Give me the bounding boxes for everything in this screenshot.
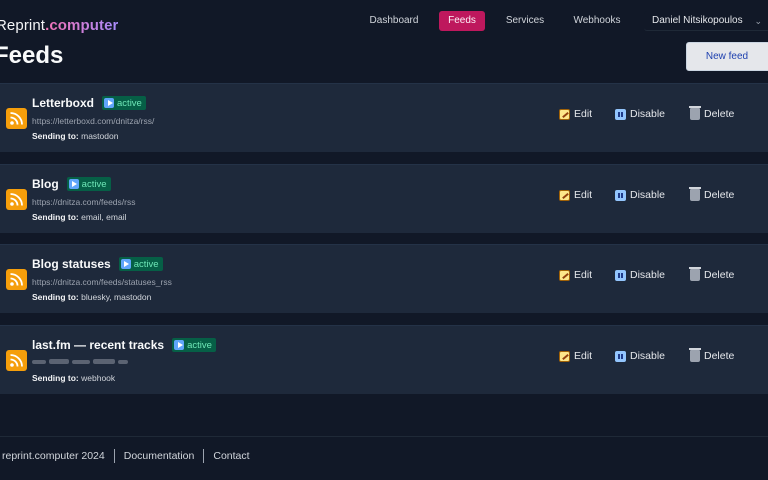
footer-separator	[203, 449, 205, 463]
pencil-icon	[559, 350, 570, 362]
feed-title: Blog statuses active	[32, 257, 163, 271]
sending-targets: mastodon	[81, 131, 119, 141]
footer: reprint.computer 2024 Documentation Cont…	[2, 449, 250, 463]
new-feed-button[interactable]: New feed	[686, 42, 768, 71]
sending-targets: email, email	[81, 212, 127, 222]
nav-services[interactable]: Services	[499, 11, 551, 31]
footer-contact-link[interactable]: Contact	[213, 450, 249, 462]
page-title: Feeds	[0, 42, 64, 69]
feed-title-text: last.fm — recent tracks	[32, 338, 165, 352]
status-text: active	[117, 97, 142, 109]
disable-label: Disable	[630, 269, 666, 281]
disable-label: Disable	[630, 108, 666, 120]
sending-to: Sending to: mastodon	[32, 131, 118, 141]
status-badge: active	[118, 257, 163, 271]
sending-to: Sending to: webhook	[32, 373, 115, 383]
feed-url-redacted	[32, 358, 132, 368]
feed-title-text: Blog statuses	[32, 257, 111, 271]
play-icon	[68, 179, 79, 189]
delete-label: Delete	[704, 350, 735, 362]
sending-to: Sending to: email, email	[32, 212, 126, 222]
status-text: active	[81, 178, 107, 190]
play-icon	[120, 259, 131, 269]
delete-button[interactable]: Delete	[689, 106, 735, 122]
footer-separator	[113, 449, 115, 463]
feed-title: last.fm — recent tracks active	[32, 338, 216, 352]
feed-title-text: Blog	[32, 177, 59, 191]
pause-icon	[615, 269, 626, 281]
trash-icon	[689, 187, 701, 201]
feed-url: https://dnitza.com/feeds/statuses_rss	[32, 277, 172, 287]
play-icon	[174, 340, 185, 350]
delete-label: Delete	[704, 269, 735, 281]
delete-label: Delete	[704, 189, 735, 201]
sending-targets: webhook	[81, 373, 116, 383]
user-name: Daniel Nitsikopoulos	[652, 15, 743, 26]
pencil-icon	[559, 189, 570, 201]
footer-divider	[0, 436, 768, 437]
edit-label: Edit	[574, 189, 593, 201]
sending-targets: bluesky, mastodon	[81, 292, 152, 302]
feed-url: https://dnitza.com/feeds/rss	[32, 197, 136, 207]
disable-button[interactable]: Disable	[615, 348, 665, 364]
disable-button[interactable]: Disable	[615, 106, 665, 122]
pencil-icon	[559, 108, 570, 120]
trash-icon	[689, 267, 701, 281]
disable-label: Disable	[630, 350, 666, 362]
pause-icon	[615, 350, 626, 362]
sending-label: Sending to:	[32, 373, 79, 383]
disable-label: Disable	[630, 189, 666, 201]
rss-icon	[6, 108, 27, 129]
play-icon	[104, 98, 115, 108]
sending-label: Sending to:	[32, 212, 79, 222]
feed-row: Blog statuses active https://dnitza.com/…	[0, 244, 768, 313]
feed-title: Letterboxd active	[32, 96, 146, 110]
edit-button[interactable]: Edit	[559, 267, 592, 283]
rss-icon	[6, 350, 27, 371]
trash-icon	[689, 348, 701, 362]
edit-label: Edit	[574, 269, 593, 281]
chevron-down-icon: ⌄	[754, 16, 762, 26]
pencil-icon	[559, 269, 570, 281]
page: Reprint.computer Dashboard Feeds Service…	[0, 0, 768, 480]
delete-button[interactable]: Delete	[689, 348, 735, 364]
disable-button[interactable]: Disable	[615, 267, 665, 283]
status-badge: active	[66, 177, 111, 191]
status-badge: active	[102, 96, 146, 110]
delete-button[interactable]: Delete	[689, 187, 735, 203]
feed-title-text: Letterboxd	[32, 96, 95, 110]
edit-label: Edit	[574, 350, 593, 362]
footer-docs-link[interactable]: Documentation	[124, 450, 195, 462]
edit-button[interactable]: Edit	[559, 106, 592, 122]
delete-button[interactable]: Delete	[689, 267, 735, 283]
feed-url: https://letterboxd.com/dnitza/rss/	[32, 116, 155, 126]
trash-icon	[689, 106, 701, 120]
sending-label: Sending to:	[32, 131, 79, 141]
pause-icon	[615, 108, 626, 120]
rss-icon	[6, 269, 27, 290]
status-text: active	[133, 258, 159, 270]
user-menu[interactable]: Daniel Nitsikopoulos ⌄	[644, 11, 768, 31]
disable-button[interactable]: Disable	[615, 187, 665, 203]
footer-copyright: reprint.computer 2024	[2, 450, 105, 462]
pause-icon	[615, 189, 626, 201]
rss-icon	[6, 189, 27, 210]
delete-label: Delete	[704, 108, 735, 120]
edit-label: Edit	[574, 108, 593, 120]
status-text: active	[187, 339, 212, 351]
feed-row: last.fm — recent tracks active Sending t…	[0, 325, 768, 394]
sending-to: Sending to: bluesky, mastodon	[32, 292, 151, 302]
nav-webhooks[interactable]: Webhooks	[566, 11, 628, 31]
edit-button[interactable]: Edit	[559, 348, 592, 364]
status-badge: active	[172, 338, 216, 352]
feed-row: Letterboxd active https://letterboxd.com…	[0, 83, 768, 152]
nav-dashboard[interactable]: Dashboard	[362, 11, 426, 31]
nav-feeds[interactable]: Feeds	[439, 11, 485, 31]
feed-title: Blog active	[32, 177, 111, 191]
feed-row: Blog active https://dnitza.com/feeds/rss…	[0, 164, 768, 233]
sending-label: Sending to:	[32, 292, 79, 302]
edit-button[interactable]: Edit	[559, 187, 592, 203]
